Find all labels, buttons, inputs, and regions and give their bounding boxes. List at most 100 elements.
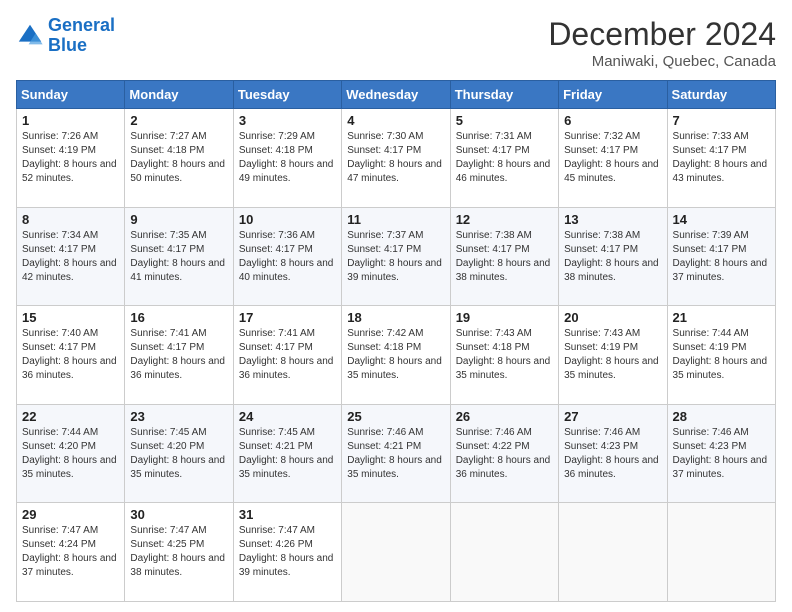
calendar-cell: 10 Sunrise: 7:36 AMSunset: 4:17 PMDayligh… [233, 207, 341, 306]
calendar-cell [667, 503, 775, 602]
day-number: 28 [673, 409, 770, 424]
calendar-cell: 29Sunrise: 7:47 AMSunset: 4:24 PMDayligh… [17, 503, 125, 602]
day-header-wednesday: Wednesday [342, 81, 450, 109]
day-info: Sunrise: 7:42 AMSunset: 4:18 PMDaylight:… [347, 327, 444, 383]
calendar-cell [559, 503, 667, 602]
calendar-cell: 2Sunrise: 7:27 AMSunset: 4:18 PMDaylight… [125, 109, 233, 208]
title-block: December 2024 Maniwaki, Quebec, Canada [548, 16, 776, 70]
day-number: 25 [347, 409, 444, 424]
calendar-header-row: SundayMondayTuesdayWednesdayThursdayFrid… [17, 81, 776, 109]
day-header-saturday: Saturday [667, 81, 775, 109]
day-header-tuesday: Tuesday [233, 81, 341, 109]
day-number: 5 [456, 113, 553, 128]
day-info: Sunrise: 7:35 AMSunset: 4:17 PMDaylight:… [130, 229, 227, 285]
day-info: Sunrise: 7:34 AMSunset: 4:17 PMDaylight:… [22, 229, 119, 285]
calendar-cell: 14 Sunrise: 7:39 AMSunset: 4:17 PMDayligh… [667, 207, 775, 306]
day-info: Sunrise: 7:47 AMSunset: 4:24 PMDaylight:… [22, 524, 119, 580]
calendar-cell: 17 Sunrise: 7:41 AMSunset: 4:17 PMDayligh… [233, 306, 341, 405]
logo: General Blue [16, 16, 115, 56]
day-header-friday: Friday [559, 81, 667, 109]
day-number: 2 [130, 113, 227, 128]
logo-blue: Blue [48, 35, 87, 55]
day-number: 14 [673, 212, 770, 227]
calendar-cell: 5 Sunrise: 7:31 AMSunset: 4:17 PMDaylight… [450, 109, 558, 208]
day-number: 22 [22, 409, 119, 424]
calendar-week-4: 22Sunrise: 7:44 AMSunset: 4:20 PMDayligh… [17, 404, 776, 503]
calendar-week-3: 15 Sunrise: 7:40 AMSunset: 4:17 PMDayligh… [17, 306, 776, 405]
day-info: Sunrise: 7:36 AMSunset: 4:17 PMDaylight:… [239, 229, 336, 285]
calendar-week-5: 29Sunrise: 7:47 AMSunset: 4:24 PMDayligh… [17, 503, 776, 602]
day-number: 21 [673, 310, 770, 325]
day-info: Sunrise: 7:45 AMSunset: 4:21 PMDaylight:… [239, 426, 336, 482]
calendar-cell: 31Sunrise: 7:47 AMSunset: 4:26 PMDayligh… [233, 503, 341, 602]
day-number: 24 [239, 409, 336, 424]
day-info: Sunrise: 7:45 AMSunset: 4:20 PMDaylight:… [130, 426, 227, 482]
day-header-monday: Monday [125, 81, 233, 109]
day-number: 15 [22, 310, 119, 325]
day-number: 27 [564, 409, 661, 424]
calendar-week-2: 8 Sunrise: 7:34 AMSunset: 4:17 PMDaylight… [17, 207, 776, 306]
day-info: Sunrise: 7:40 AMSunset: 4:17 PMDaylight:… [22, 327, 119, 383]
day-info: Sunrise: 7:29 AMSunset: 4:18 PMDaylight:… [239, 130, 336, 186]
day-info: Sunrise: 7:43 AMSunset: 4:18 PMDaylight:… [456, 327, 553, 383]
calendar-cell: 25 Sunrise: 7:46 AMSunset: 4:21 PMDayligh… [342, 404, 450, 503]
day-header-thursday: Thursday [450, 81, 558, 109]
calendar-cell: 21Sunrise: 7:44 AMSunset: 4:19 PMDayligh… [667, 306, 775, 405]
day-info: Sunrise: 7:41 AMSunset: 4:17 PMDaylight:… [239, 327, 336, 383]
day-info: Sunrise: 7:46 AMSunset: 4:23 PMDaylight:… [564, 426, 661, 482]
day-info: Sunrise: 7:46 AMSunset: 4:23 PMDaylight:… [673, 426, 770, 482]
day-info: Sunrise: 7:46 AMSunset: 4:21 PMDaylight:… [347, 426, 444, 482]
day-number: 16 [130, 310, 227, 325]
calendar-cell: 18 Sunrise: 7:42 AMSunset: 4:18 PMDayligh… [342, 306, 450, 405]
calendar-cell: 22Sunrise: 7:44 AMSunset: 4:20 PMDayligh… [17, 404, 125, 503]
calendar-cell: 27 Sunrise: 7:46 AMSunset: 4:23 PMDayligh… [559, 404, 667, 503]
calendar-cell: 30 Sunrise: 7:47 AMSunset: 4:25 PMDayligh… [125, 503, 233, 602]
day-info: Sunrise: 7:43 AMSunset: 4:19 PMDaylight:… [564, 327, 661, 383]
day-number: 1 [22, 113, 119, 128]
calendar-cell: 6 Sunrise: 7:32 AMSunset: 4:17 PMDaylight… [559, 109, 667, 208]
header: General Blue December 2024 Maniwaki, Que… [16, 16, 776, 70]
calendar-cell: 15 Sunrise: 7:40 AMSunset: 4:17 PMDayligh… [17, 306, 125, 405]
day-info: Sunrise: 7:33 AMSunset: 4:17 PMDaylight:… [673, 130, 770, 186]
day-info: Sunrise: 7:39 AMSunset: 4:17 PMDaylight:… [673, 229, 770, 285]
location: Maniwaki, Quebec, Canada [548, 53, 776, 70]
day-number: 11 [347, 212, 444, 227]
day-info: Sunrise: 7:32 AMSunset: 4:17 PMDaylight:… [564, 130, 661, 186]
day-info: Sunrise: 7:31 AMSunset: 4:17 PMDaylight:… [456, 130, 553, 186]
calendar-cell: 19 Sunrise: 7:43 AMSunset: 4:18 PMDayligh… [450, 306, 558, 405]
day-number: 17 [239, 310, 336, 325]
calendar-cell: 26 Sunrise: 7:46 AMSunset: 4:22 PMDayligh… [450, 404, 558, 503]
calendar-cell: 12Sunrise: 7:38 AMSunset: 4:17 PMDayligh… [450, 207, 558, 306]
calendar-cell: 1Sunrise: 7:26 AMSunset: 4:19 PMDaylight… [17, 109, 125, 208]
day-number: 8 [22, 212, 119, 227]
day-number: 4 [347, 113, 444, 128]
month-title: December 2024 [548, 16, 776, 53]
day-number: 3 [239, 113, 336, 128]
day-number: 31 [239, 507, 336, 522]
page: General Blue December 2024 Maniwaki, Que… [0, 0, 792, 612]
day-info: Sunrise: 7:30 AMSunset: 4:17 PMDaylight:… [347, 130, 444, 186]
calendar-cell [450, 503, 558, 602]
day-number: 9 [130, 212, 227, 227]
day-info: Sunrise: 7:38 AMSunset: 4:17 PMDaylight:… [564, 229, 661, 285]
day-number: 19 [456, 310, 553, 325]
day-info: Sunrise: 7:38 AMSunset: 4:17 PMDaylight:… [456, 229, 553, 285]
calendar-cell: 28 Sunrise: 7:46 AMSunset: 4:23 PMDayligh… [667, 404, 775, 503]
day-number: 18 [347, 310, 444, 325]
day-number: 26 [456, 409, 553, 424]
day-info: Sunrise: 7:46 AMSunset: 4:22 PMDaylight:… [456, 426, 553, 482]
calendar-cell: 20Sunrise: 7:43 AMSunset: 4:19 PMDayligh… [559, 306, 667, 405]
calendar-cell: 13 Sunrise: 7:38 AMSunset: 4:17 PMDayligh… [559, 207, 667, 306]
calendar-cell: 8 Sunrise: 7:34 AMSunset: 4:17 PMDaylight… [17, 207, 125, 306]
day-info: Sunrise: 7:47 AMSunset: 4:25 PMDaylight:… [130, 524, 227, 580]
day-number: 30 [130, 507, 227, 522]
day-number: 10 [239, 212, 336, 227]
calendar-cell [342, 503, 450, 602]
day-number: 6 [564, 113, 661, 128]
calendar-table: SundayMondayTuesdayWednesdayThursdayFrid… [16, 80, 776, 602]
calendar-cell: 24 Sunrise: 7:45 AMSunset: 4:21 PMDayligh… [233, 404, 341, 503]
calendar-week-1: 1Sunrise: 7:26 AMSunset: 4:19 PMDaylight… [17, 109, 776, 208]
calendar-cell: 3 Sunrise: 7:29 AMSunset: 4:18 PMDaylight… [233, 109, 341, 208]
day-number: 13 [564, 212, 661, 227]
calendar-cell: 7Sunrise: 7:33 AMSunset: 4:17 PMDaylight… [667, 109, 775, 208]
